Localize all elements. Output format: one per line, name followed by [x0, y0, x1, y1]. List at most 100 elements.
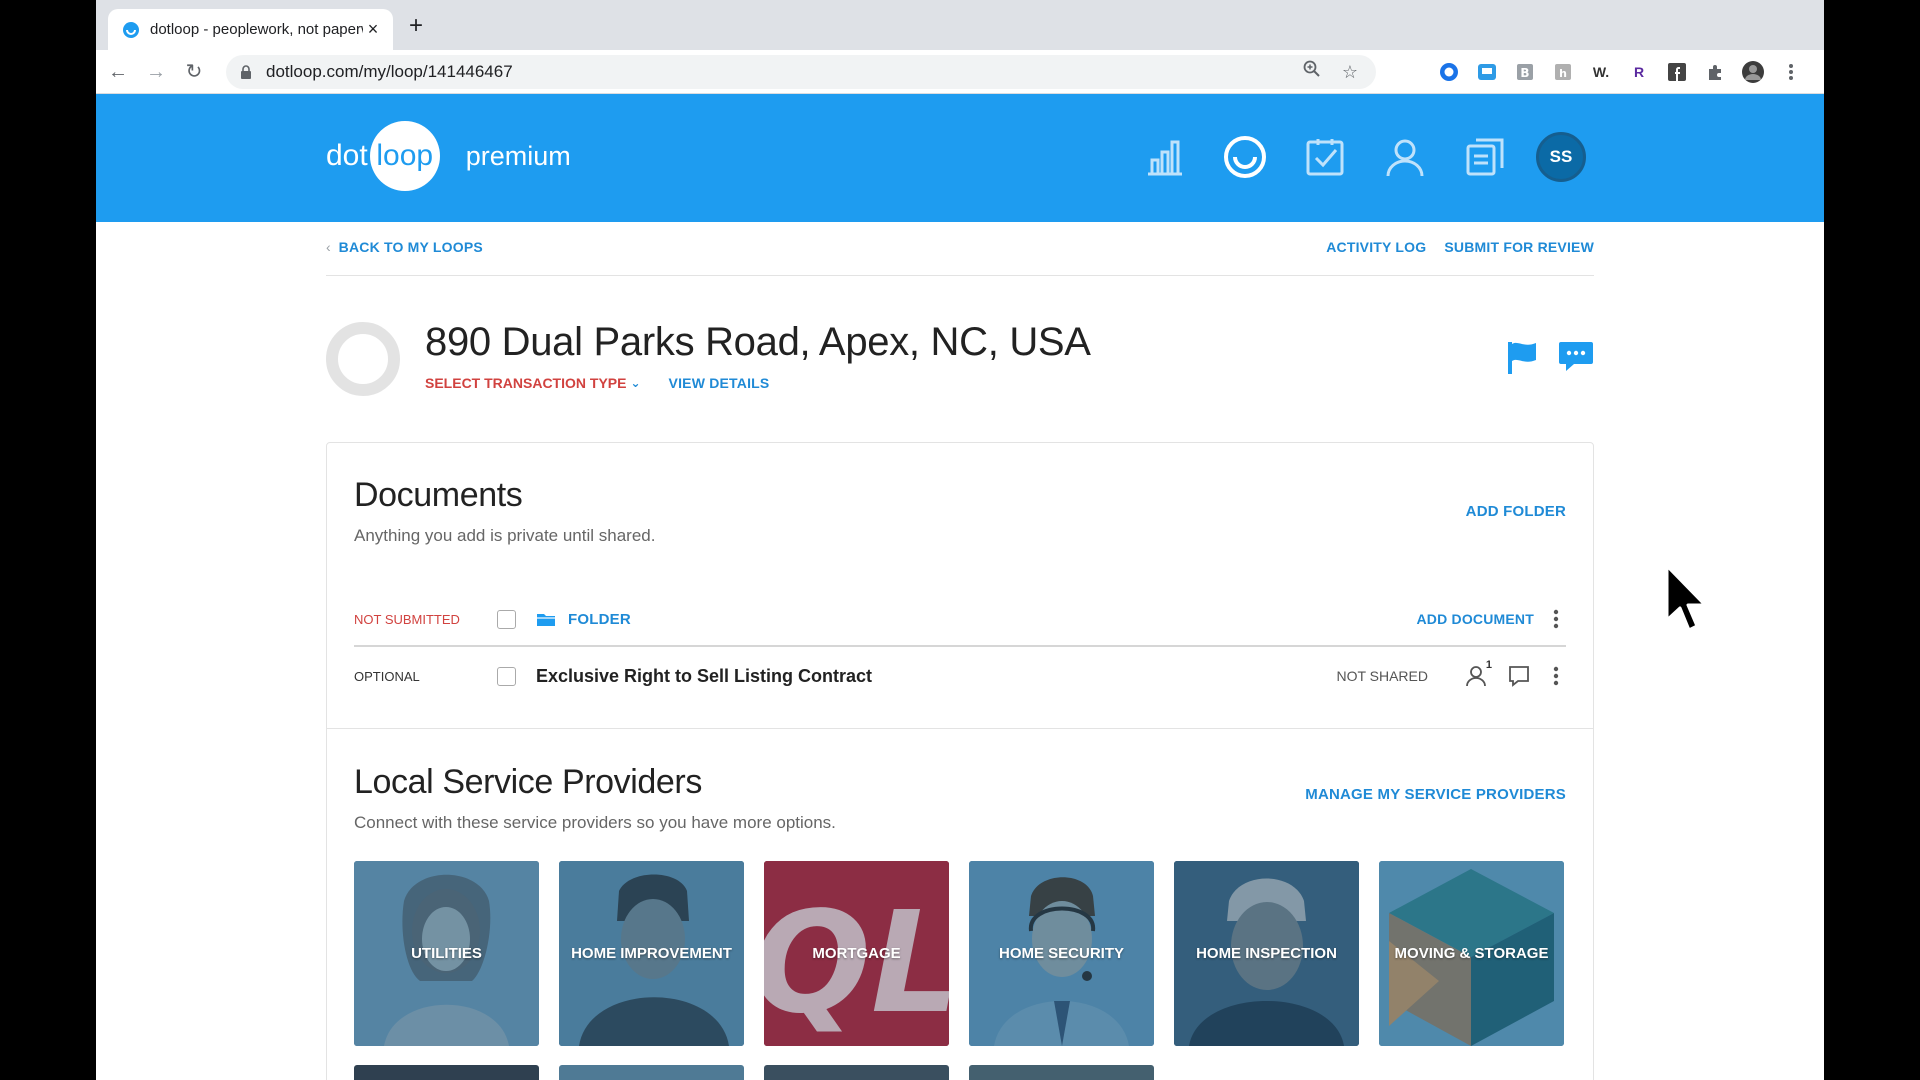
subnav-actions: ACTIVITY LOG SUBMIT FOR REVIEW	[1326, 239, 1594, 255]
provider-tiles-row-2	[354, 1065, 1154, 1080]
activity-log-link[interactable]: ACTIVITY LOG	[1326, 239, 1426, 255]
loop-actions: SELECT TRANSACTION TYPE ⌄ VIEW DETAILS	[425, 375, 769, 391]
profile-avatar-icon[interactable]	[1740, 59, 1766, 85]
contacts-person-icon[interactable]	[1382, 134, 1428, 180]
svg-text:h: h	[1559, 67, 1567, 80]
document-status: OPTIONAL	[354, 668, 420, 684]
svg-text:QL: QL	[764, 882, 949, 1045]
back-to-loops-link[interactable]: ‹ BACK TO MY LOOPS	[326, 239, 483, 255]
document-checkbox[interactable]	[497, 666, 516, 686]
reports-chart-icon[interactable]	[1142, 134, 1188, 180]
folder-row-actions: ADD DOCUMENT	[1416, 604, 1566, 634]
logo-loop-circle: loop	[369, 121, 440, 191]
chat-bubble-icon[interactable]	[1558, 340, 1594, 374]
extension-r-icon[interactable]: R	[1626, 59, 1652, 85]
chevron-left-icon: ‹	[326, 239, 331, 255]
provider-tile-label: HOME IMPROVEMENT	[571, 945, 732, 962]
browser-toolbar: ← → ↻ dotloop.com/my/loop/141446467 ☆ B …	[96, 50, 1824, 94]
provider-tile-label: MORTGAGE	[812, 945, 901, 962]
url-text: dotloop.com/my/loop/141446467	[266, 62, 513, 81]
header-nav: SS	[1142, 132, 1586, 182]
templates-document-icon[interactable]	[1462, 134, 1508, 180]
back-arrow-icon[interactable]: ←	[104, 58, 132, 86]
loops-smile-icon[interactable]	[1222, 134, 1268, 180]
loop-progress-ring	[326, 322, 400, 396]
provider-tile-partial[interactable]	[559, 1065, 744, 1080]
provider-tile-moving-storage[interactable]: MOVING & STORAGE	[1379, 861, 1564, 1046]
select-transaction-type-dropdown[interactable]: SELECT TRANSACTION TYPE ⌄	[425, 375, 641, 391]
provider-tile-utilities[interactable]: UTILITIES	[354, 861, 539, 1046]
browser-viewport: dotloop - peoplework, not paperwork × + …	[96, 0, 1824, 1080]
chevron-down-icon: ⌄	[630, 376, 641, 390]
folder-row: NOT SUBMITTED FOLDER ADD DOCUMENT	[354, 593, 1566, 647]
document-row-actions: NOT SHARED 1	[1336, 659, 1566, 691]
select-transaction-type-label: SELECT TRANSACTION TYPE	[425, 375, 627, 391]
loop-panel: Documents Anything you add is private un…	[326, 442, 1594, 1080]
document-name[interactable]: Exclusive Right to Sell Listing Contract	[536, 666, 1336, 687]
loop-header: 890 Dual Parks Road, Apex, NC, USA SELEC…	[326, 276, 1594, 442]
provider-tile-label: MOVING & STORAGE	[1394, 945, 1549, 962]
view-details-link[interactable]: VIEW DETAILS	[669, 375, 770, 391]
add-folder-button[interactable]: ADD FOLDER	[1466, 503, 1566, 520]
dotloop-favicon-icon	[123, 21, 139, 38]
provider-tile-partial[interactable]	[764, 1065, 949, 1080]
extension-grey-icon[interactable]: h	[1550, 59, 1576, 85]
main-content: ‹ BACK TO MY LOOPS ACTIVITY LOG SUBMIT F…	[326, 222, 1594, 1080]
service-providers-title: Local Service Providers	[354, 763, 702, 801]
provider-tile-label: HOME SECURITY	[998, 945, 1124, 962]
extensions-row: B h W. R	[1436, 59, 1804, 85]
loop-title: 890 Dual Parks Road, Apex, NC, USA	[425, 320, 1091, 364]
extension-w-icon[interactable]: W.	[1588, 59, 1614, 85]
folder-name[interactable]: FOLDER	[568, 611, 1416, 628]
provider-tile-partial[interactable]	[969, 1065, 1154, 1080]
submit-for-review-link[interactable]: SUBMIT FOR REVIEW	[1444, 239, 1594, 255]
documents-section: Documents Anything you add is private un…	[327, 443, 1593, 729]
extension-circle-icon[interactable]	[1436, 59, 1462, 85]
people-count: 1	[1485, 659, 1492, 671]
logo-loop-text: loop	[376, 139, 434, 172]
new-tab-icon[interactable]: +	[402, 12, 430, 40]
tasks-check-icon[interactable]	[1302, 134, 1348, 180]
facebook-icon[interactable]	[1664, 59, 1690, 85]
document-row: OPTIONAL Exclusive Right to Sell Listing…	[354, 649, 1566, 703]
manage-service-providers-link[interactable]: MANAGE MY SERVICE PROVIDERS	[1305, 786, 1566, 803]
user-avatar[interactable]: SS	[1536, 132, 1586, 182]
extension-b-icon[interactable]: B	[1512, 59, 1538, 85]
extensions-puzzle-icon[interactable]	[1702, 59, 1728, 85]
avatar-initials: SS	[1549, 147, 1573, 166]
folder-more-icon[interactable]	[1546, 604, 1566, 634]
address-bar[interactable]: dotloop.com/my/loop/141446467 ☆	[226, 55, 1376, 89]
tab-close-icon[interactable]: ×	[363, 19, 383, 40]
browser-tab[interactable]: dotloop - peoplework, not paperwork ×	[108, 9, 393, 50]
documents-subtitle: Anything you add is private until shared…	[354, 526, 656, 545]
add-document-button[interactable]: ADD DOCUMENT	[1416, 611, 1534, 627]
folder-icon	[537, 614, 555, 626]
provider-tile-home-improvement[interactable]: HOME IMPROVEMENT	[559, 861, 744, 1046]
people-icon[interactable]: 1	[1462, 659, 1492, 691]
reload-icon[interactable]: ↻	[180, 58, 208, 86]
svg-text:B: B	[1520, 66, 1529, 80]
bookmark-star-icon[interactable]: ☆	[1338, 60, 1362, 84]
share-status: NOT SHARED	[1336, 668, 1428, 684]
zoom-icon[interactable]	[1300, 60, 1324, 84]
extension-blue-icon[interactable]	[1474, 59, 1500, 85]
tab-title: dotloop - peoplework, not paperwork	[150, 21, 363, 38]
provider-tile-partial[interactable]	[354, 1065, 539, 1080]
folder-status: NOT SUBMITTED	[354, 611, 460, 627]
comment-icon[interactable]	[1504, 661, 1534, 691]
browser-menu-icon[interactable]	[1778, 59, 1804, 85]
loop-subnav: ‹ BACK TO MY LOOPS ACTIVITY LOG SUBMIT F…	[326, 222, 1594, 276]
provider-tile-label: HOME INSPECTION	[1196, 945, 1337, 962]
provider-tile-mortgage[interactable]: QL MORTGAGE	[764, 861, 949, 1046]
document-more-icon[interactable]	[1546, 661, 1566, 691]
service-providers-section: Local Service Providers Connect with the…	[327, 729, 1593, 1080]
dotloop-logo[interactable]: dot loop premium	[326, 120, 571, 192]
provider-tile-home-security[interactable]: HOME SECURITY	[969, 861, 1154, 1046]
folder-checkbox[interactable]	[497, 609, 516, 629]
provider-tile-home-inspection[interactable]: HOME INSPECTION	[1174, 861, 1359, 1046]
app-header: dot loop premium SS	[96, 94, 1824, 222]
provider-tile-label: UTILITIES	[411, 945, 482, 962]
flag-icon[interactable]	[1506, 340, 1538, 376]
documents-title: Documents	[354, 476, 523, 514]
forward-arrow-icon[interactable]: →	[142, 58, 170, 86]
